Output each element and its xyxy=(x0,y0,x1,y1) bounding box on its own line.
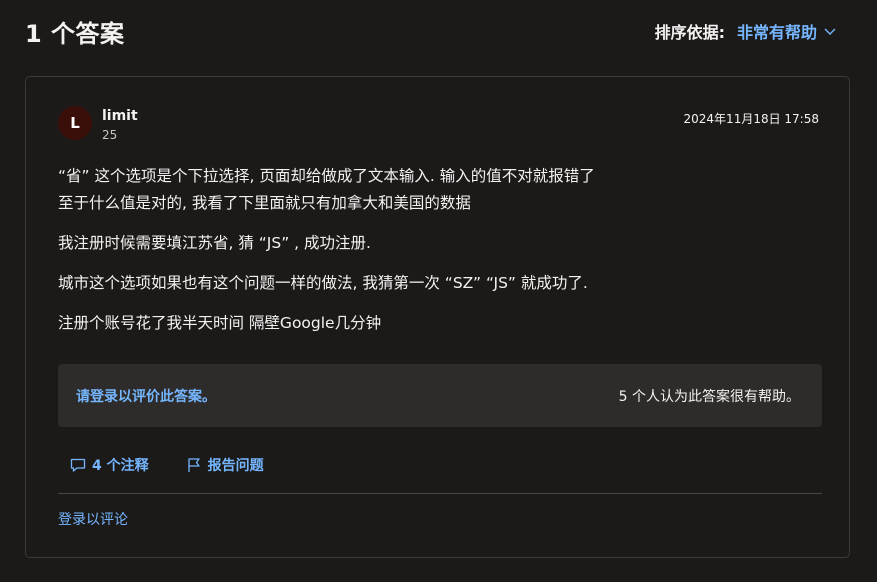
author-name[interactable]: limit xyxy=(102,108,138,124)
answer-paragraph: 注册个账号花了我半天时间 隔壁Google几分钟 xyxy=(58,310,798,337)
answers-count-title: 1 个答案 xyxy=(25,19,125,48)
answer-timestamp: 2024年11月18日 17:58 xyxy=(683,112,819,126)
answers-header: 1 个答案 排序依据: 非常有帮助 xyxy=(25,14,837,48)
comments-label: 4 个注释 xyxy=(92,458,149,474)
login-to-comment-link[interactable]: 登录以评论 xyxy=(58,509,128,529)
answer-paragraph: 城市这个选项如果也有这个问题一样的做法, 我猜第一次 “SZ” “JS” 就成功… xyxy=(58,270,798,297)
author-reputation: 25 xyxy=(102,128,118,142)
rate-answer-box: 请登录以评价此答案。 5 个人认为此答案很有帮助。 xyxy=(58,364,822,427)
answer-author: L limit 25 2024年11月18日 17:58 xyxy=(58,106,819,146)
chevron-down-icon xyxy=(824,28,836,35)
answer-line: 我注册时候需要填江苏省, 猜 “JS” , 成功注册. xyxy=(58,234,371,252)
answer-actions: 4 个注释 报告问题 xyxy=(69,455,300,475)
report-label: 报告问题 xyxy=(207,458,264,474)
sort-value-text: 非常有帮助 xyxy=(736,23,817,42)
answer-line: “省” 这个选项是个下拉选择, 页面却给做成了文本输入. 输入的值不对就报错了 xyxy=(58,167,595,185)
login-to-rate-link[interactable]: 请登录以评价此答案。 xyxy=(76,386,216,406)
sort-dropdown[interactable]: 非常有帮助 xyxy=(737,19,837,43)
avatar[interactable]: L xyxy=(58,106,92,140)
comments-button[interactable]: 4 个注释 xyxy=(69,455,149,475)
helpful-count: 5 个人认为此答案很有帮助。 xyxy=(618,388,800,405)
answer-line: 至于什么值是对的, 我看了下里面就只有加拿大和美国的数据 xyxy=(58,194,471,212)
flag-icon xyxy=(187,458,200,472)
comment-icon xyxy=(70,458,86,472)
qa-page: 1 个答案 排序依据: 非常有帮助 L limit 25 2024年11月18日… xyxy=(0,0,877,582)
answer-line: 城市这个选项如果也有这个问题一样的做法, 我猜第一次 “SZ” “JS” 就成功… xyxy=(58,274,588,292)
sort-label: 排序依据: xyxy=(654,23,725,42)
answer-line: 注册个账号花了我半天时间 隔壁Google几分钟 xyxy=(58,314,382,332)
answer-paragraph: 我注册时候需要填江苏省, 猜 “JS” , 成功注册. xyxy=(58,230,798,257)
answer-card: L limit 25 2024年11月18日 17:58 “省” 这个选项是个下… xyxy=(25,76,850,558)
answer-paragraph: “省” 这个选项是个下拉选择, 页面却给做成了文本输入. 输入的值不对就报错了 … xyxy=(58,163,798,217)
answer-body: “省” 这个选项是个下拉选择, 页面却给做成了文本输入. 输入的值不对就报错了 … xyxy=(58,163,798,350)
divider xyxy=(58,493,822,494)
report-issue-button[interactable]: 报告问题 xyxy=(185,455,264,475)
sort-control: 排序依据: 非常有帮助 xyxy=(655,19,837,43)
